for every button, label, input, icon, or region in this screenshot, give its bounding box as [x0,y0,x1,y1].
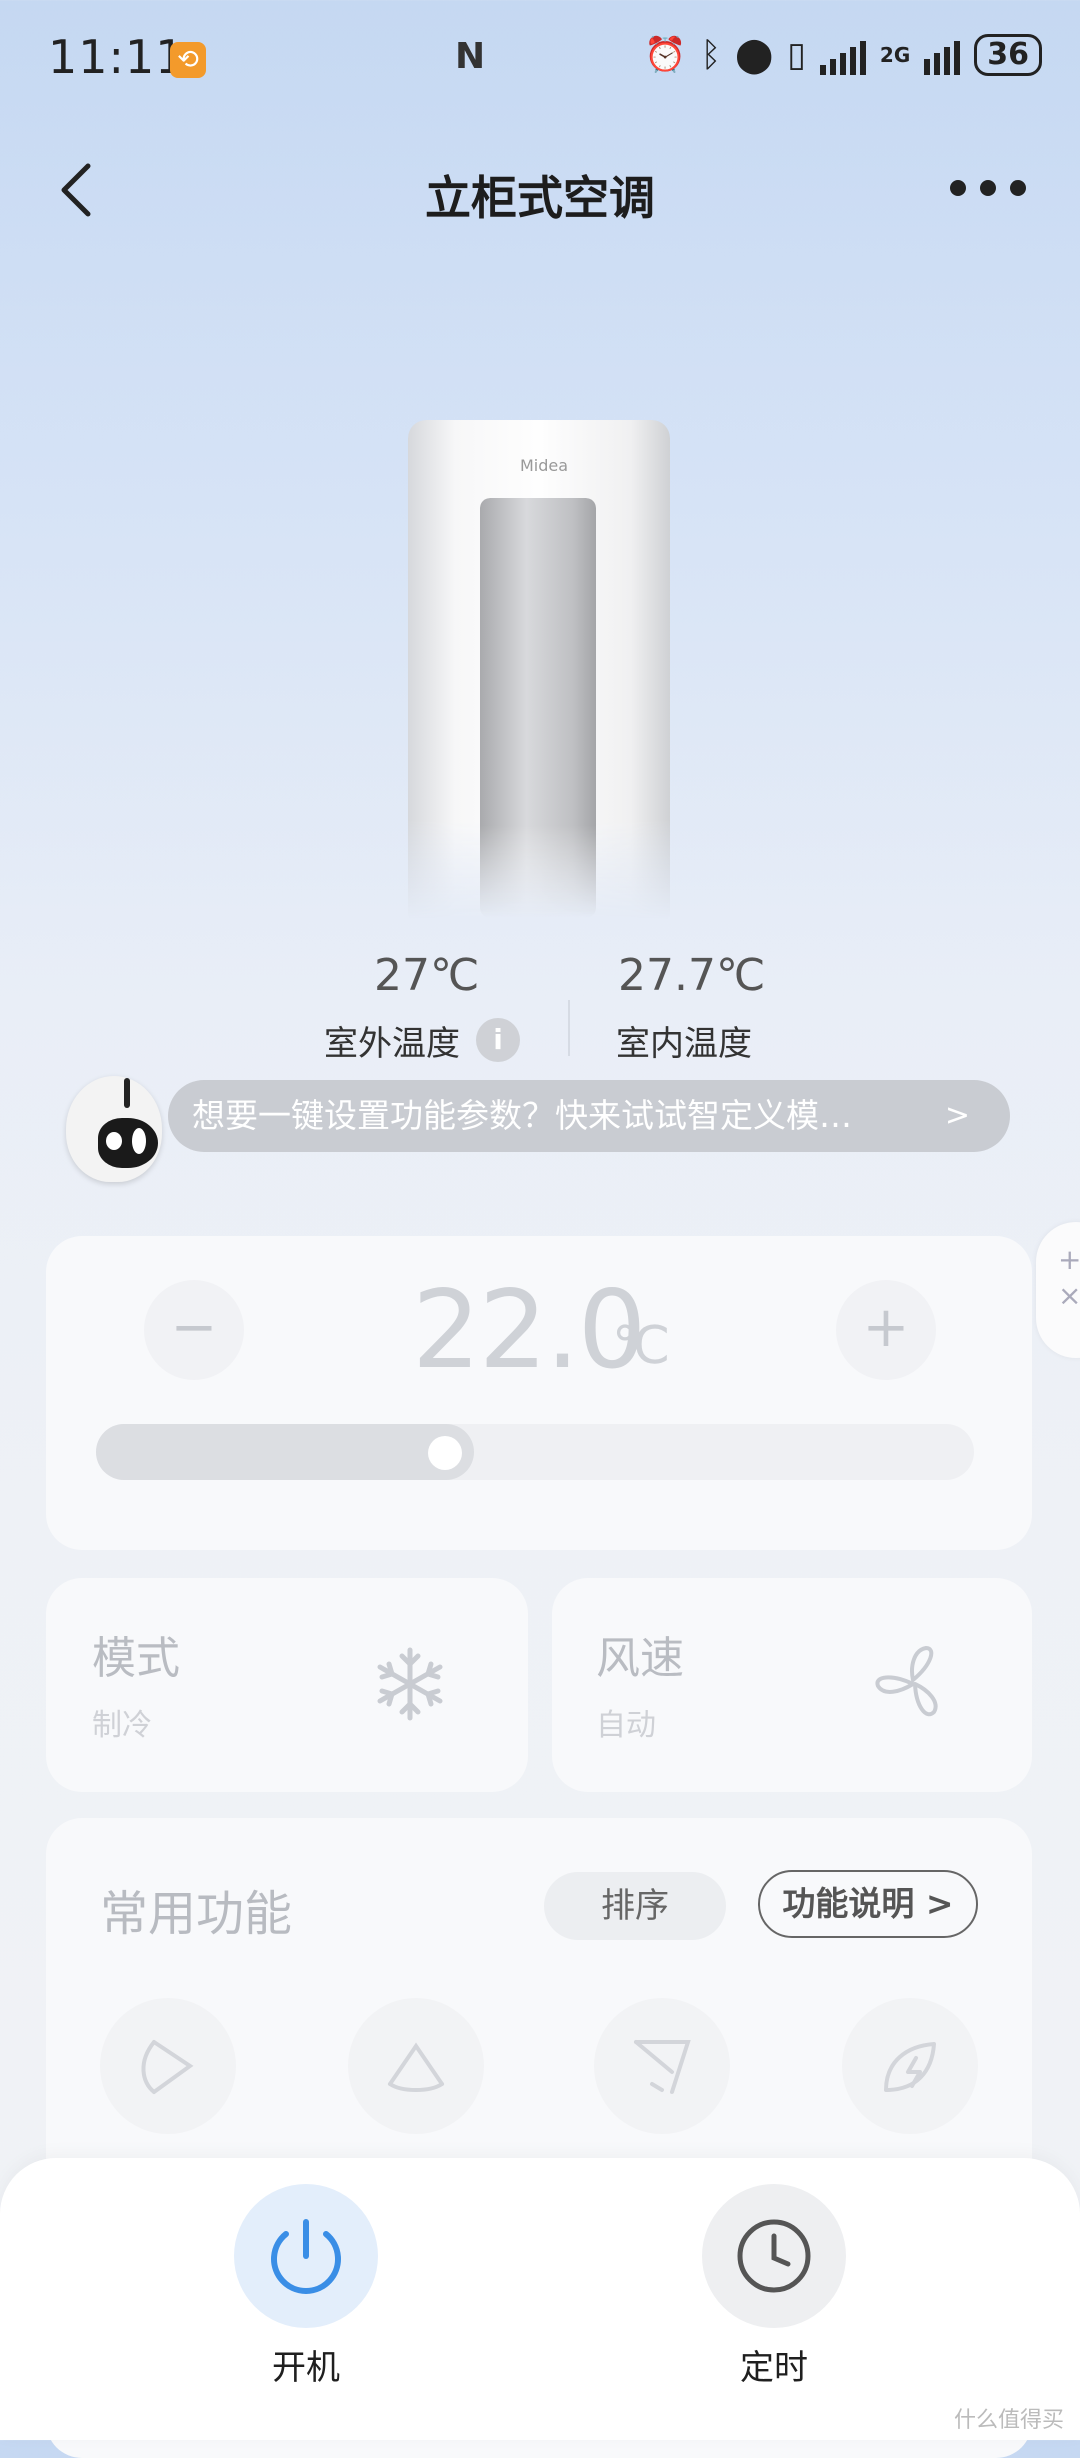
wind-direction-icon [634,2040,691,2094]
assistant-tip-text: 想要一键设置功能参数？快来试试智定义模… [192,1096,852,1135]
mode-value: 制冷 [92,1708,152,1743]
outdoor-temp-label: 室外温度 [324,1024,460,1064]
floating-side-button[interactable]: + × [1036,1222,1080,1358]
mascot-antenna [124,1078,130,1108]
more-dot-icon [980,180,996,196]
signal-2-icon [924,35,961,75]
status-time: 11:11 [48,30,186,84]
info-icon[interactable]: i [476,1018,520,1062]
function-swing-horizontal-button[interactable] [348,1998,484,2134]
decrease-temp-button[interactable]: − [144,1280,244,1380]
target-temp-unit: ℃ [612,1316,671,1376]
clock-icon [737,2219,811,2293]
chevron-right-icon: > [925,1884,954,1923]
bluetooth-icon: ᛒ [700,35,722,75]
function-swing-vertical-button[interactable] [100,1998,236,2134]
nfc-icon: N [455,36,486,77]
page-title: 立柜式空调 [425,171,655,225]
temp-slider-fill [96,1424,474,1480]
temp-divider [568,1000,570,1056]
more-button[interactable] [950,180,1026,196]
close-icon: × [1058,1279,1080,1312]
status-icons: ⏰ ᛒ ⬤ ▯ 2G 36 [644,34,1042,76]
mascot-eye [106,1132,122,1150]
target-temp-value: 22.0 [412,1268,646,1393]
sort-button[interactable]: 排序 [544,1872,726,1940]
snowflake-icon [370,1644,450,1728]
fan-icon [870,1640,956,1730]
mascot-eye [132,1128,146,1154]
increase-temp-button[interactable]: + [836,1280,936,1380]
fan-value: 自动 [596,1708,656,1743]
network-type: 2G [879,43,911,67]
common-functions-title: 常用功能 [100,1886,293,1942]
indoor-temp-value: 27.7℃ [618,950,766,1001]
function-help-label: 功能说明 [782,1884,915,1923]
timer-label: 定时 [740,2348,808,2388]
more-dot-icon [950,180,966,196]
watermark: 什么值得买 [953,2408,1064,2433]
alarm-icon: ⏰ [644,35,687,75]
function-wind-direction-button[interactable] [594,1998,730,2134]
power-button[interactable] [234,2184,378,2328]
vibrate-icon: ▯ [787,35,806,75]
eco-leaf-icon [884,2042,936,2092]
ac-brand-logo: Midea [520,456,569,475]
bottom-action-bar [0,2158,1080,2440]
app-badge-icon: ⟲ [170,42,206,78]
signal-1-icon [819,35,866,75]
assistant-tip-bubble[interactable]: 想要一键设置功能参数？快来试试智定义模… > [168,1080,1010,1152]
outdoor-temp-value: 27℃ [374,950,480,1001]
location-icon: ⬤ [735,35,774,75]
battery-indicator: 36 [974,34,1042,76]
swing-vertical-icon [141,2040,194,2094]
function-help-button[interactable]: 功能说明 > [758,1870,978,1938]
power-label: 开机 [272,2348,340,2388]
timer-button[interactable] [702,2184,846,2328]
plus-icon: + [1058,1243,1080,1276]
ac-front-panel [480,498,596,918]
swing-horizontal-icon [388,2042,444,2092]
mode-title: 模式 [92,1633,180,1684]
power-icon [271,2219,341,2294]
more-dot-icon [1010,180,1026,196]
chevron-right-icon: > [944,1098,970,1133]
function-eco-button[interactable] [842,1998,978,2134]
fan-title: 风速 [596,1633,684,1684]
indoor-temp-label: 室内温度 [616,1024,752,1064]
temp-slider-handle[interactable] [428,1436,462,1470]
